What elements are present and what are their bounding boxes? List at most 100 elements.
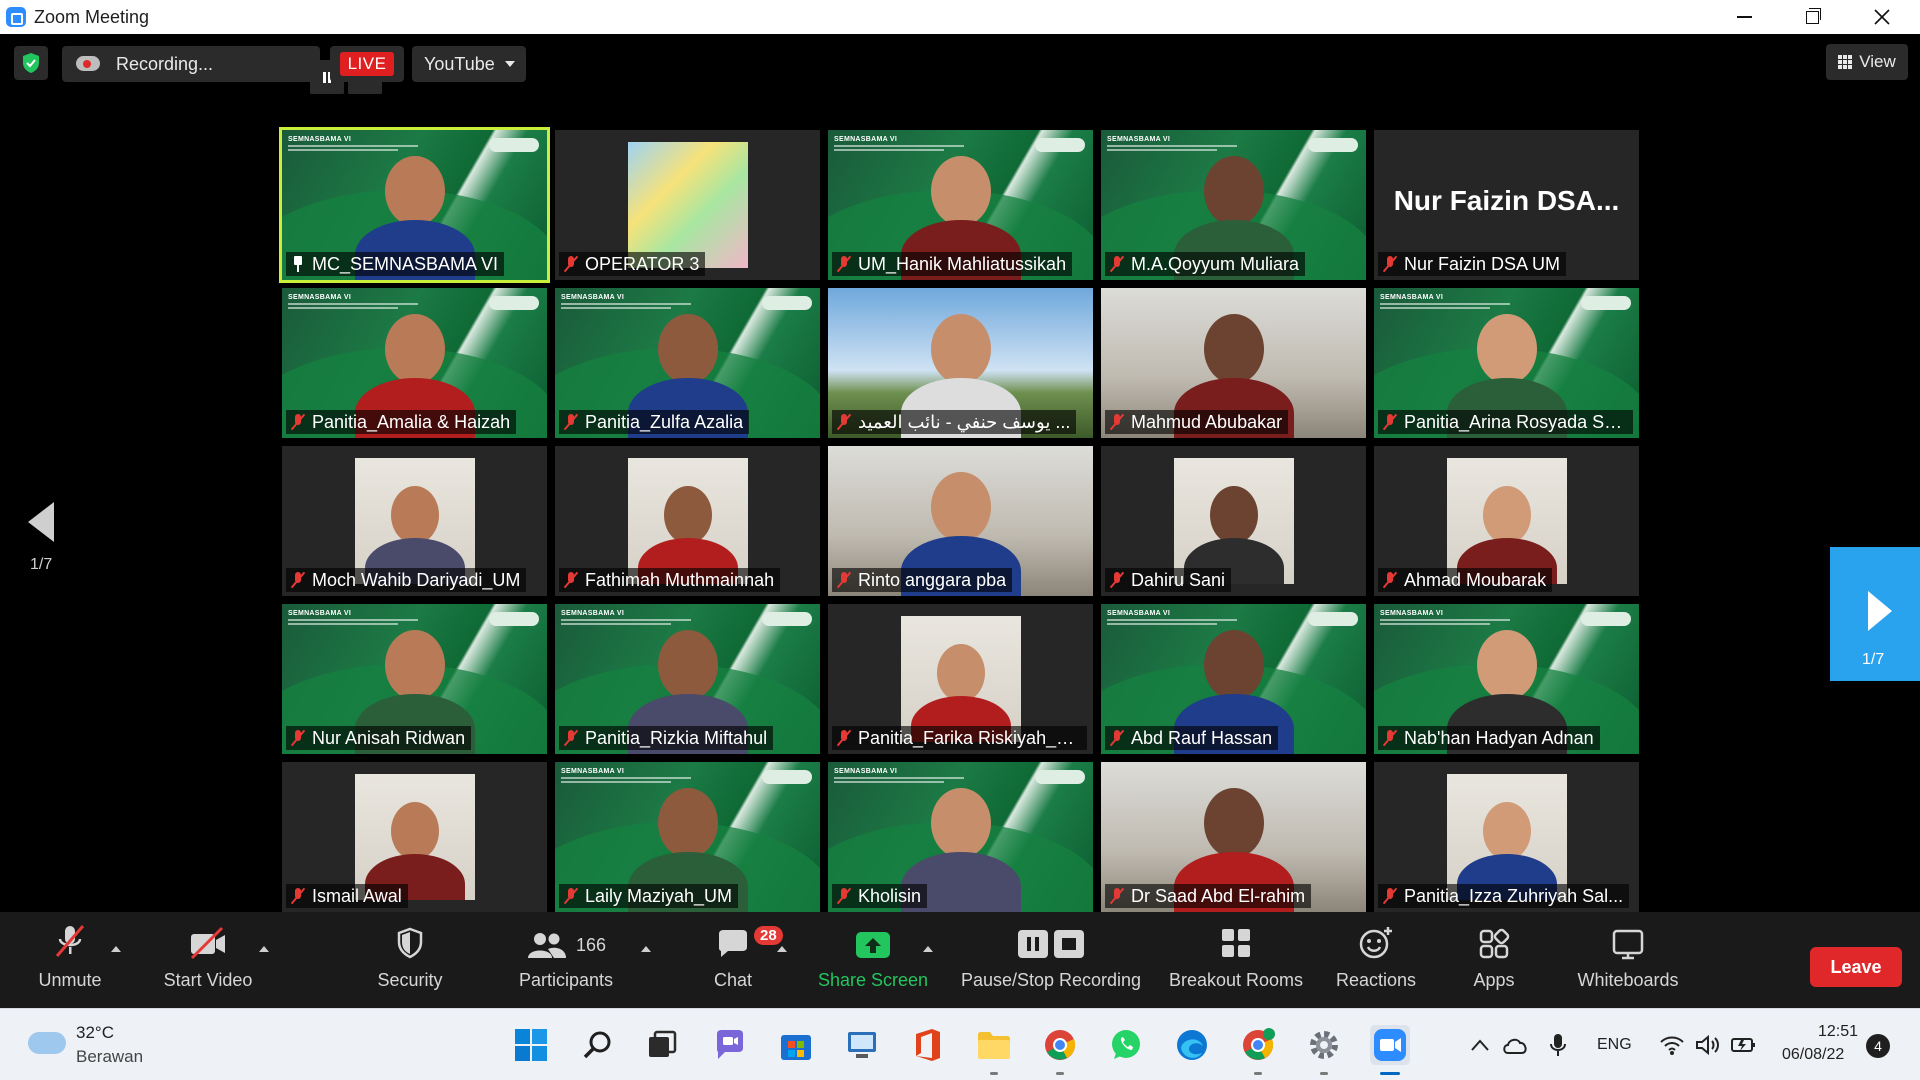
pause-stop-recording-button[interactable]: Pause/Stop Recording [958,912,1144,1008]
shield-icon [397,927,423,959]
battery-button[interactable] [1724,1025,1764,1065]
participant-tile[interactable]: OPERATOR 3 [555,130,820,280]
participant-tile[interactable]: SEMNASBAMA VI MC_SEMNASBAMA VI [279,127,550,283]
reactions-button[interactable]: Reactions [1328,912,1424,1008]
participant-tile[interactable]: Nur Faizin DSA... Nur Faizin DSA UM [1374,130,1639,280]
taskbar-search-button[interactable] [578,1025,618,1065]
participant-tile[interactable]: Panitia_Izza Zuhriyah Sal... [1374,762,1639,912]
microphone-tray-button[interactable] [1538,1025,1578,1065]
participant-tile[interactable]: Moch Wahib Dariyadi_UM [282,446,547,596]
participant-tile[interactable]: SEMNASBAMA VI M.A.Qoyyum Muliara [1101,130,1366,280]
participant-tile[interactable]: Rinto anggara pba [828,446,1093,596]
wifi-button[interactable] [1652,1025,1692,1065]
show-hidden-icons-button[interactable] [1460,1025,1500,1065]
pause-stop-recording-label: Pause/Stop Recording [960,970,1142,990]
microsoft-store-icon [781,1035,811,1060]
participants-options-caret[interactable] [641,946,651,952]
close-window-button[interactable] [1848,0,1916,34]
participant-name: Rinto anggara pba [858,569,1007,590]
zoom-taskbar-button[interactable] [1370,1025,1410,1075]
shield-check-icon [23,53,39,73]
security-button[interactable]: Security [365,912,455,1008]
participant-name: Panitia_Farika Riskiyah_Se... [858,727,1081,748]
chat-button[interactable]: 28 Chat [700,912,783,1008]
task-view-icon [649,1030,677,1057]
participant-tile[interactable]: SEMNASBAMA VI Kholisin [828,762,1093,912]
file-explorer-button[interactable] [974,1025,1014,1075]
participant-tile[interactable]: SEMNASBAMA VI Panitia_Arina Rosyada Saj..… [1374,288,1639,438]
participant-tile[interactable]: Dr Saad Abd El-rahim [1101,762,1366,912]
previous-page-button[interactable]: 1/7 [24,502,64,582]
teams-chat-button[interactable] [710,1025,750,1065]
participant-tile[interactable]: SEMNASBAMA VI Panitia_Rizkia Miftahul [555,604,820,754]
live-indicator[interactable]: LIVE [330,46,404,82]
view-button[interactable]: View [1826,44,1908,80]
page-indicator-right: 1/7 [1862,651,1885,668]
encryption-badge[interactable] [14,46,48,80]
apps-button[interactable]: Apps [1456,912,1532,1008]
participant-tile[interactable]: Dahiru Sani [1101,446,1366,596]
settings-button[interactable] [1304,1025,1344,1075]
notification-count-badge[interactable]: 4 [1866,1034,1890,1058]
office-button[interactable] [908,1025,948,1065]
microphone-muted-icon [290,571,306,589]
live-platform-dropdown[interactable]: YouTube [412,46,526,82]
share-screen-button[interactable]: Share Screen [814,912,932,1008]
audio-options-caret[interactable] [111,946,121,952]
clock-time[interactable]: 12:51 [1818,1023,1858,1041]
participant-tile[interactable]: SEMNASBAMA VI UM_Hanik Mahliatussikah [828,130,1093,280]
recording-indicator: Recording... [62,46,382,96]
start-button[interactable] [511,1025,551,1065]
task-view-button[interactable] [642,1025,682,1065]
minimize-button[interactable] [1710,0,1778,34]
participant-tile[interactable]: Panitia_Farika Riskiyah_Se... [828,604,1093,754]
participant-tile[interactable]: Mahmud Abubakar [1101,288,1366,438]
cloud-icon [1503,1038,1527,1054]
participants-button[interactable]: 166 Participants [516,912,616,1008]
weather-temperature[interactable]: 32°C [76,1023,114,1043]
whiteboards-button[interactable]: Whiteboards [1566,912,1690,1008]
onedrive-button[interactable] [1496,1025,1536,1065]
participant-name: Dr Saad Abd El-rahim [1131,885,1306,906]
weather-description[interactable]: Berawan [76,1047,143,1067]
maximize-button[interactable] [1778,0,1846,34]
arrow-right-icon [1868,591,1892,631]
chrome-button[interactable] [1040,1025,1080,1075]
unmute-button[interactable]: Unmute [22,912,118,1008]
cloud-record-icon [76,56,100,71]
remote-desktop-button[interactable] [842,1025,882,1065]
participant-tile[interactable]: SEMNASBAMA VI Nur Anisah Ridwan [282,604,547,754]
participant-tile[interactable]: SEMNASBAMA VI Nab'han Hadyan Adnan [1374,604,1639,754]
participant-tile[interactable]: يوسف حنفي - نائب العميد ... [828,288,1093,438]
volume-button[interactable] [1688,1025,1728,1065]
participant-tile[interactable]: SEMNASBAMA VI Laily Maziyah_UM [555,762,820,912]
leave-button[interactable]: Leave [1810,947,1902,987]
start-video-button[interactable]: Start Video [150,912,266,1008]
live-platform-label: YouTube [424,53,495,74]
video-off-icon [190,926,225,960]
weather-cloud-icon[interactable] [28,1032,66,1054]
participant-tile[interactable]: Fathimah Muthmainnah [555,446,820,596]
clock-date[interactable]: 06/08/22 [1782,1046,1844,1064]
next-page-button[interactable]: 1/7 [1830,547,1920,681]
participant-tile[interactable]: Ahmad Moubarak [1374,446,1639,596]
whatsapp-button[interactable] [1106,1025,1146,1065]
share-options-caret[interactable] [923,946,933,952]
chevron-up-icon [1471,1039,1489,1051]
chrome-profile-button[interactable] [1238,1025,1278,1075]
participant-name: Nur Anisah Ridwan [312,727,466,748]
edge-button[interactable] [1172,1025,1212,1065]
participant-tile[interactable]: Ismail Awal [282,762,547,912]
participant-tile[interactable]: SEMNASBAMA VI Panitia_Zulfa Azalia [555,288,820,438]
chat-options-caret[interactable] [777,946,787,952]
participant-tile[interactable]: SEMNASBAMA VI Panitia_Amalia & Haizah [282,288,547,438]
microsoft-store-button[interactable] [776,1025,816,1065]
participant-tile[interactable]: SEMNASBAMA VI Abd Rauf Hassan [1101,604,1366,754]
microphone-muted-icon [563,571,579,589]
pin-icon [290,255,306,273]
language-indicator[interactable]: ENG [1597,1036,1632,1054]
video-options-caret[interactable] [259,946,269,952]
wifi-icon [1660,1036,1684,1055]
participant-name-tag: Panitia_Zulfa Azalia [559,410,750,434]
breakout-rooms-button[interactable]: Breakout Rooms [1162,912,1310,1008]
